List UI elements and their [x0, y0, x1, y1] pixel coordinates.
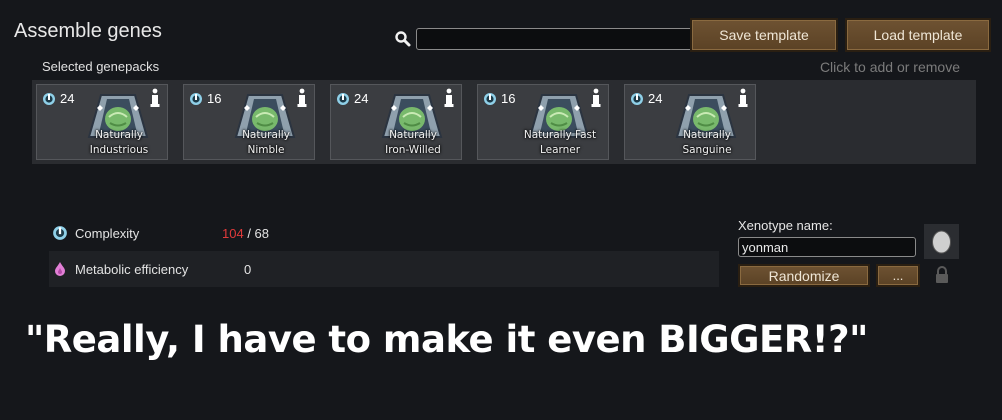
complexity-separator: / — [243, 225, 255, 241]
metabolic-row: Metabolic efficiency 0 — [49, 251, 719, 287]
genepack-label-line2: Nimble — [247, 144, 285, 156]
complexity-icon — [484, 92, 496, 105]
genepack-complexity-value: 16 — [501, 91, 516, 106]
load-template-button[interactable]: Load template — [845, 18, 991, 52]
stats-panel: Complexity 104 / 68 Metabolic efficiency… — [49, 215, 719, 287]
genepack-label-line2: Sanguine — [682, 144, 732, 156]
page-title: Assemble genes — [14, 20, 162, 42]
genepack-label-line2: Industrious — [89, 144, 149, 156]
genepack-complexity-value: 24 — [648, 91, 663, 106]
genepack-label-line1: Naturally — [683, 129, 731, 141]
genepack-label-line1: Naturally Fast — [523, 129, 597, 141]
genepack-card[interactable]: 16 Naturally Fast Learner — [477, 84, 609, 160]
complexity-current: 104 — [222, 225, 244, 241]
genepack-label: Naturally Fast Learner — [482, 128, 638, 158]
genepack-complexity: 16 — [483, 91, 515, 106]
complexity-icon — [190, 92, 202, 105]
genepack-complexity: 24 — [42, 91, 74, 106]
complexity-value: 104 / 68 — [222, 226, 269, 241]
save-template-button[interactable]: Save template — [690, 18, 838, 52]
genepack-label-line1: Naturally — [389, 129, 437, 141]
search-icon — [395, 31, 411, 47]
complexity-row: Complexity 104 / 68 — [49, 215, 719, 251]
metabolic-value: 0 — [244, 261, 252, 277]
genepack-label: Naturally Nimble — [188, 128, 344, 158]
genepack-card[interactable]: 24 Naturally Industrious — [36, 84, 168, 160]
complexity-label: Complexity — [75, 225, 140, 241]
complexity-icon — [43, 92, 55, 105]
info-icon[interactable] — [296, 88, 308, 108]
genepack-complexity: 24 — [336, 91, 368, 106]
info-icon[interactable] — [443, 88, 455, 108]
meme-caption: "Really, I have to make it even BIGGER!?… — [25, 318, 868, 361]
genepack-complexity-value: 16 — [207, 91, 222, 106]
xenotype-name-label: Xenotype name: — [738, 218, 833, 233]
metabolic-icon — [55, 262, 65, 276]
xenotype-name-input[interactable] — [738, 237, 916, 257]
genepack-label: Naturally Sanguine — [629, 128, 785, 158]
complexity-icon — [53, 226, 67, 240]
genepack-complexity-value: 24 — [354, 91, 369, 106]
xenotype-icon-button[interactable] — [924, 224, 959, 259]
lock-icon[interactable] — [934, 266, 950, 284]
randomize-button[interactable]: Randomize — [738, 264, 870, 287]
genepack-card[interactable]: 24 Naturally Iron-Willed — [330, 84, 462, 160]
complexity-icon — [337, 92, 349, 105]
genepack-complexity: 16 — [189, 91, 221, 106]
genepack-complexity: 24 — [630, 91, 662, 106]
genepack-label-line1: Naturally — [242, 129, 290, 141]
genepack-label: Naturally Iron-Willed — [335, 128, 491, 158]
search-input[interactable] — [416, 28, 696, 50]
complexity-icon — [631, 92, 643, 105]
genepack-label: Naturally Industrious — [41, 128, 197, 158]
complexity-max: 68 — [254, 225, 270, 241]
click-hint: Click to add or remove — [819, 59, 960, 75]
metabolic-label: Metabolic efficiency — [75, 261, 189, 277]
genepack-card[interactable]: 24 Naturally Sanguine — [624, 84, 756, 160]
info-icon[interactable] — [149, 88, 161, 108]
more-options-button[interactable]: ... — [876, 264, 920, 287]
selected-genepacks-label: Selected genepacks — [42, 59, 160, 74]
info-icon[interactable] — [737, 88, 749, 108]
genepack-complexity-value: 24 — [60, 91, 75, 106]
xenotype-icon — [932, 230, 951, 254]
genepack-label-line2: Iron-Willed — [385, 144, 441, 156]
genepack-label-line1: Naturally — [95, 129, 143, 141]
genepack-label-line2: Learner — [539, 144, 581, 156]
genepack-strip: 24 Naturally Industrious 16 Naturally Nimb… — [32, 80, 976, 164]
info-icon[interactable] — [590, 88, 602, 108]
genepack-card[interactable]: 16 Naturally Nimble — [183, 84, 315, 160]
